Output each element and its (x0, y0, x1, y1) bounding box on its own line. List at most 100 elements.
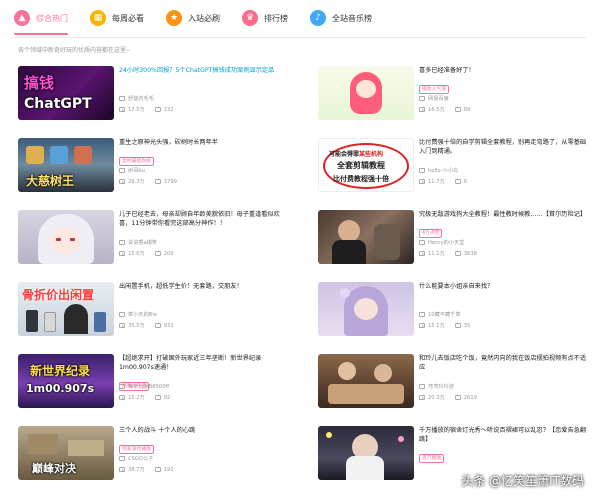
video-card[interactable]: 和玲儿去饭店吃个饭，竟然内向的我在饭店摆拍视频有点不适应 弯弯玲玲游 20.3万… (318, 354, 588, 416)
uploader[interactable]: CSGO公子 (119, 455, 153, 462)
video-stats: 17.5万 232 (119, 106, 184, 113)
view-count: 15.1万 (428, 323, 445, 329)
video-title[interactable]: 什么能要本小姐亲自来找？ (419, 282, 587, 291)
music-icon: ♪ (310, 10, 326, 26)
view-count: 16.5万 (428, 107, 445, 113)
video-title[interactable]: 喜多已经准备好了！ (419, 66, 587, 75)
fire-icon: ▲ (14, 10, 30, 26)
video-stats: 35.5万 931 (119, 322, 184, 329)
video-stats: 38.7万 191 (119, 466, 184, 473)
video-title[interactable]: 比付费强十倍的自学剪辑全套教程，别再走弯路了，从零基础入门到精通。 (419, 138, 587, 156)
video-stats: 29.3万 3799 (119, 178, 187, 185)
video-stats: 15.1万 35 (419, 322, 480, 329)
uploader-name: 10藏不藏千草 (428, 312, 461, 318)
video-thumbnail[interactable] (18, 210, 114, 264)
video-title[interactable]: 究极无敌游戏狗大全教程！最性教时候教……【首尔历险记】 (419, 210, 587, 219)
play-count-icon (119, 107, 125, 112)
video-title[interactable]: 三个人的战斗 十个人的心跳 (119, 426, 287, 435)
comment-icon (454, 323, 461, 328)
video-title[interactable]: 和玲儿去饭店吃个饭，竟然内向的我在饭店摆拍视频有点不适应 (419, 354, 587, 372)
uploader-name: 辣条玩家B8500ff (128, 384, 170, 390)
play-count-icon (419, 251, 425, 256)
video-title[interactable]: 出闲置手机，超低学生价！无套路，交朋友！ (119, 282, 287, 291)
video-title[interactable]: 千万播放的宿舍灯光秀～听说百褶裙可以乱忍？【恋爱告急翻跳】 (419, 426, 587, 444)
comment-count: 191 (163, 466, 174, 473)
view-count: 38.7万 (128, 467, 145, 473)
video-title[interactable]: 【超绝求开】打破国外玩家近三年垄断！新世界纪录1m00.907s速通！ (119, 354, 287, 372)
play-count-icon (119, 323, 125, 328)
uploader-name: 树哥bu (128, 168, 145, 174)
watermark: 头条 @忆笑笙箫IT数码 (461, 474, 584, 488)
tab-music[interactable]: ♪ 全站音乐榜 (310, 4, 372, 32)
uploader[interactable]: 网易百度 (419, 95, 449, 102)
video-title[interactable]: 重生之原神光头强，砍树时长两年半 (119, 138, 287, 147)
uploader[interactable]: 10藏不藏千草 (419, 311, 461, 318)
tab-must-watch[interactable]: ★ 入站必刷 (166, 4, 220, 32)
video-thumbnail[interactable]: 大慈树王 (18, 138, 114, 192)
video-card[interactable]: 巅峰对决 三个人的战斗 十个人的心跳 玩家游戏播放 CSGO公子 38.7万 1… (18, 426, 288, 488)
tab-ranking[interactable]: ♛ 排行榜 (242, 4, 288, 32)
uploader[interactable]: hello-小小鸟 (419, 167, 458, 174)
uploader[interactable]: 树哥bu (119, 167, 145, 174)
uploader[interactable]: 舒能内毛毛 (119, 95, 154, 102)
uploader-icon (419, 168, 425, 173)
view-count: 35.5万 (128, 323, 145, 329)
video-thumbnail[interactable]: 新世界纪录 1m00.907s (18, 354, 114, 408)
view-count: 17.5万 (128, 107, 145, 113)
comment-icon (154, 251, 161, 256)
video-card[interactable]: 什么能要本小姐亲自来找？ 10藏不藏千草 15.1万 35 (318, 282, 588, 344)
uploader-name: 弯弯玲玲游 (428, 384, 454, 390)
video-stats: 11.7万 6 (419, 178, 477, 185)
uploader[interactable]: Henry的小天堂 (419, 239, 464, 246)
comment-count: 35 (463, 322, 471, 329)
video-thumbnail[interactable]: 骨折价出闲置 (18, 282, 114, 336)
video-thumbnail[interactable]: 可能会得罪某些机构 全套剪辑教程 比付费教程强十倍 (318, 138, 414, 192)
view-count: 20.3万 (428, 395, 445, 401)
video-title[interactable]: 24小时300%回报？5个ChatGPT搞钱成功案例显示定品 (119, 66, 287, 75)
comment-count: 232 (163, 106, 174, 113)
video-tag: 4万点赞 (419, 229, 443, 238)
uploader[interactable]: 辣条玩家B8500ff (119, 383, 169, 390)
calendar-icon: ▦ (90, 10, 106, 26)
uploader-icon (419, 384, 425, 389)
video-card[interactable]: 儿子已经老去，母亲却顾自年龄美貌依旧！母子重逢看似欢喜，11分钟带你看完这部高分… (18, 210, 288, 272)
video-thumbnail[interactable] (318, 282, 414, 336)
uploader-name: CSGO公子 (128, 456, 154, 462)
video-card[interactable]: 究极无敌游戏狗大全教程！最性教时候教……【首尔历险记】 4万点赞 Henry的小… (318, 210, 588, 272)
comment-icon (454, 251, 461, 256)
video-card[interactable]: 新世界纪录 1m00.907s 【超绝求开】打破国外玩家近三年垄断！新世界纪录1… (18, 354, 288, 416)
video-thumbnail[interactable] (318, 354, 414, 408)
comment-count: 3799 (163, 178, 177, 185)
play-count-icon (119, 395, 125, 400)
video-stats: 15.6万 206 (119, 250, 184, 257)
uploader-icon (119, 312, 125, 317)
video-card[interactable]: 可能会得罪某些机构 全套剪辑教程 比付费教程强十倍 比付费强十倍的自学剪辑全套教… (318, 138, 588, 200)
uploader-icon (419, 312, 425, 317)
video-thumbnail[interactable] (318, 66, 414, 120)
video-card[interactable]: 大慈树王 重生之原神光头强，砍树时长两年半 全村最能砍树 树哥bu 29.3万 … (18, 138, 288, 200)
play-count-icon (419, 179, 425, 184)
tab-weekly[interactable]: ▦ 每周必看 (90, 4, 144, 32)
comment-count: 3638 (463, 250, 477, 257)
uploader[interactable]: 说说香a爆笑 (119, 239, 157, 246)
play-count-icon (119, 179, 125, 184)
video-card[interactable]: 喜多已经准备好了！ 播放人气值 网易百度 16.5万 89 (318, 66, 588, 128)
uploader[interactable]: 菜小杰的Bie (119, 311, 157, 318)
video-card[interactable]: 搞钱 ChatGPT 24小时300%回报？5个ChatGPT搞钱成功案例显示定… (18, 66, 288, 128)
comment-icon (154, 323, 161, 328)
video-thumbnail[interactable]: 巅峰对决 (18, 426, 114, 480)
uploader-icon (119, 456, 125, 461)
video-card[interactable]: 骨折价出闲置 出闲置手机，超低学生价！无套路，交朋友！ 菜小杰的Bie 35.5… (18, 282, 288, 344)
video-thumbnail[interactable] (318, 210, 414, 264)
video-thumbnail[interactable] (318, 426, 414, 480)
tab-hot[interactable]: ▲ 综合热门 (14, 4, 68, 35)
tab-label: 入站必刷 (188, 13, 220, 23)
comment-icon (454, 179, 461, 184)
uploader[interactable]: 弯弯玲玲游 (419, 383, 454, 390)
video-title[interactable]: 儿子已经老去，母亲却顾自年龄美貌依旧！母子重逢看似欢喜，11分钟带你看完这部高分… (119, 210, 287, 228)
tab-label: 全站音乐榜 (332, 13, 372, 23)
video-stats: 16.5万 89 (419, 106, 480, 113)
video-thumbnail[interactable]: 搞钱 ChatGPT (18, 66, 114, 120)
view-count: 29.3万 (128, 179, 145, 185)
video-stats: 15.2万 92 (119, 394, 180, 401)
